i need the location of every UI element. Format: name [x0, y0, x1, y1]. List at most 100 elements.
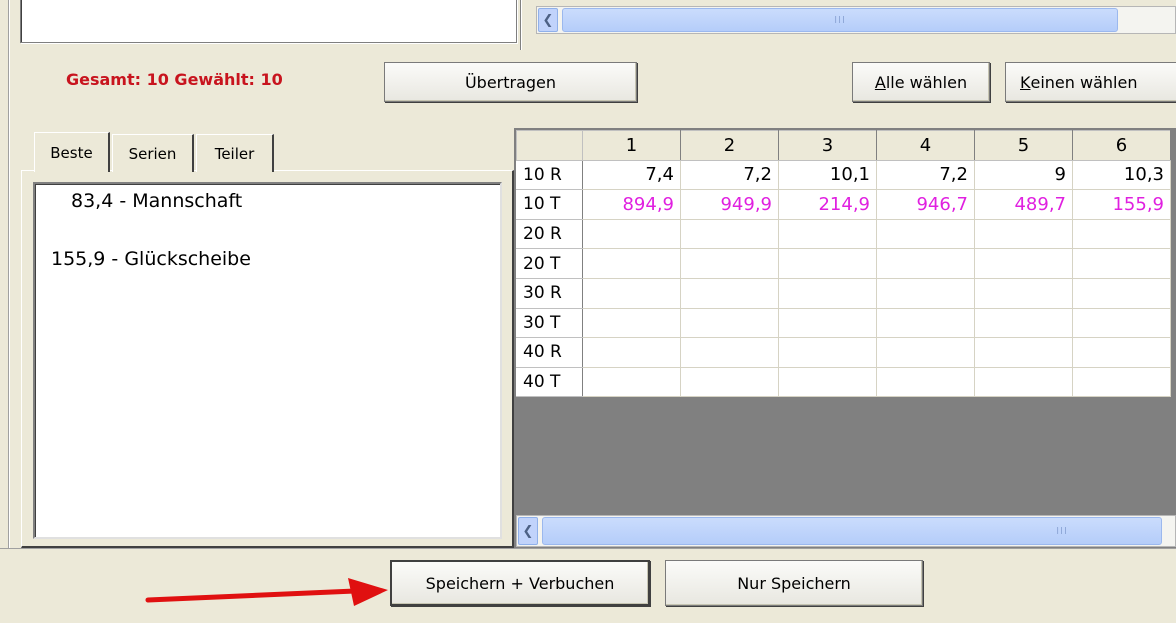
table-row: 10 T 894,9 949,9 214,9 946,7 489,7 155,9	[516, 189, 1171, 220]
scroll-grip-icon: III	[834, 14, 846, 26]
scroll-left-icon[interactable]: ❮	[518, 517, 538, 545]
row-header[interactable]: 10 R	[516, 159, 583, 191]
grid-cell[interactable]	[974, 337, 1073, 368]
grid-cell[interactable]	[876, 248, 975, 279]
select-none-accel: K	[1020, 72, 1031, 92]
grid-cell[interactable]: 946,7	[876, 189, 975, 220]
select-all-accel: A	[874, 72, 886, 92]
save-only-button[interactable]: Nur Speichern	[665, 560, 923, 606]
tab-beste[interactable]: Beste	[34, 132, 110, 172]
grid-cell[interactable]	[582, 307, 681, 339]
grid-cell[interactable]	[1072, 366, 1171, 398]
grid-cell[interactable]	[778, 366, 877, 398]
select-none-button[interactable]: Keinen wählen	[1005, 62, 1176, 102]
top-list-box[interactable]	[20, 0, 517, 43]
select-all-button[interactable]: Alle wählen	[852, 62, 990, 102]
grid-cell[interactable]: 10,1	[778, 159, 877, 191]
row-header[interactable]: 40 R	[516, 337, 583, 368]
grid-cell[interactable]	[1072, 277, 1171, 309]
grid-cell[interactable]: 949,9	[680, 189, 779, 220]
grid-cell[interactable]	[876, 218, 975, 250]
grid-cell[interactable]	[680, 218, 779, 250]
column-header[interactable]: 1	[582, 130, 681, 161]
table-row: 40 R	[516, 337, 1171, 368]
grid-cell[interactable]	[582, 218, 681, 250]
tab-serien[interactable]: Serien	[112, 134, 194, 172]
row-header[interactable]: 20 T	[516, 248, 583, 279]
grid-cell[interactable]	[974, 248, 1073, 279]
grid-cell[interactable]: 7,4	[582, 159, 681, 191]
table-row: 30 T	[516, 307, 1171, 339]
grid-cell[interactable]	[974, 277, 1073, 309]
grid-cell[interactable]	[876, 366, 975, 398]
grid-cell[interactable]	[778, 248, 877, 279]
grid-cell[interactable]	[876, 337, 975, 368]
grid-cell[interactable]	[778, 337, 877, 368]
left-frame-line	[8, 0, 10, 623]
column-header[interactable]: 2	[680, 130, 779, 161]
tab-teiler[interactable]: Teiler	[196, 134, 274, 172]
grid-cell[interactable]	[974, 218, 1073, 250]
results-table: 1 2 3 4 5 6 10 R 7,4 7,2 10,1 7,2 9 10,3 10 T 89…	[516, 130, 1171, 398]
grid-cell[interactable]	[680, 337, 779, 368]
grid-cell[interactable]	[680, 248, 779, 279]
row-header[interactable]: 10 T	[516, 189, 583, 220]
row-header[interactable]: 40 T	[516, 366, 583, 398]
save-and-book-button[interactable]: Speichern + Verbuchen	[390, 560, 650, 606]
grid-cell[interactable]	[778, 218, 877, 250]
grid-cell[interactable]	[680, 277, 779, 309]
grid-cell[interactable]: 7,2	[876, 159, 975, 191]
grid-cell[interactable]: 489,7	[974, 189, 1073, 220]
list-item[interactable]: 155,9 - Glückscheibe	[51, 248, 251, 270]
grid-cell[interactable]	[680, 366, 779, 398]
grid-cell[interactable]: 7,2	[680, 159, 779, 191]
grid-cell[interactable]	[582, 337, 681, 368]
grid-cell[interactable]: 214,9	[778, 189, 877, 220]
grid-cell[interactable]	[582, 248, 681, 279]
grid-cell[interactable]	[1072, 218, 1171, 250]
grid-horizontal-scrollbar[interactable]: ❮ III	[516, 515, 1176, 547]
grid-corner	[516, 130, 583, 161]
scroll-thumb[interactable]: III	[562, 8, 1118, 32]
table-row: 20 R	[516, 218, 1171, 250]
grid-cell[interactable]: 155,9	[1072, 189, 1171, 220]
grid-cell[interactable]: 894,9	[582, 189, 681, 220]
scroll-left-icon[interactable]: ❮	[538, 8, 558, 32]
grid-cell[interactable]: 9	[974, 159, 1073, 191]
grid-cell[interactable]	[680, 307, 779, 339]
scroll-thumb[interactable]: III	[542, 517, 1162, 545]
grid-cell[interactable]	[1072, 248, 1171, 279]
red-arrow-annotation	[145, 578, 388, 606]
grid-cell[interactable]	[876, 277, 975, 309]
grid-cell[interactable]	[778, 307, 877, 339]
grid-cell[interactable]	[778, 277, 877, 309]
arrow-shaft	[145, 588, 358, 603]
row-header[interactable]: 30 T	[516, 307, 583, 339]
list-item[interactable]: 83,4 - Mannschaft	[71, 190, 242, 212]
grid-cell[interactable]	[582, 366, 681, 398]
column-header[interactable]: 5	[974, 130, 1073, 161]
grid-cell[interactable]	[1072, 307, 1171, 339]
column-header[interactable]: 4	[876, 130, 975, 161]
column-header[interactable]: 6	[1072, 130, 1171, 161]
row-header[interactable]: 30 R	[516, 277, 583, 309]
table-row: 40 T	[516, 366, 1171, 398]
table-row: 20 T	[516, 248, 1171, 279]
column-header[interactable]: 3	[778, 130, 877, 161]
best-results-list[interactable]: 83,4 - Mannschaft 155,9 - Glückscheibe	[33, 182, 502, 539]
results-grid[interactable]: 1 2 3 4 5 6 10 R 7,4 7,2 10,1 7,2 9 10,3 10 T 89…	[514, 128, 1176, 548]
grid-cell[interactable]	[974, 307, 1073, 339]
grid-header-row: 1 2 3 4 5 6	[516, 130, 1171, 161]
row-header[interactable]: 20 R	[516, 218, 583, 250]
transfer-button[interactable]: Übertragen	[384, 62, 637, 102]
splitter[interactable]	[520, 0, 522, 50]
grid-cell[interactable]	[974, 366, 1073, 398]
grid-cell[interactable]	[1072, 337, 1171, 368]
top-horizontal-scrollbar[interactable]: ❮ III	[536, 6, 1176, 34]
grid-cell[interactable]: 10,3	[1072, 159, 1171, 191]
grid-cell[interactable]	[582, 277, 681, 309]
scroll-grip-icon: III	[1056, 525, 1068, 537]
grid-empty-area	[516, 441, 1176, 515]
grid-cell[interactable]	[876, 307, 975, 339]
table-row: 30 R	[516, 277, 1171, 309]
